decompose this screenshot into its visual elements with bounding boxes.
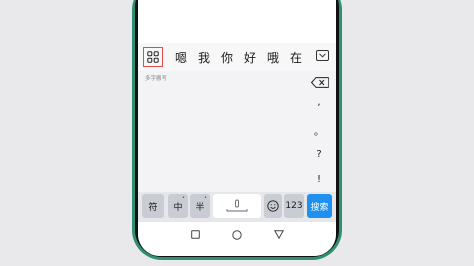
handwriting-mode-hint: 多字搬写: [145, 76, 168, 82]
punctuation-column: , 。 ? !: [308, 71, 330, 192]
chevron-down-icon: [319, 53, 326, 58]
triangle-icon[interactable]: [274, 230, 284, 239]
candidate-word[interactable]: 在: [290, 49, 302, 66]
candidate-word[interactable]: 好: [244, 49, 256, 66]
punct-comma-key[interactable]: ,: [308, 97, 330, 108]
punct-period-key[interactable]: 。: [308, 123, 330, 138]
chinese-mode-key[interactable]: 中 •: [168, 194, 188, 218]
chinese-mode-label: 中: [173, 202, 183, 213]
system-nav-bar: [138, 222, 336, 256]
search-key[interactable]: 搜索: [307, 194, 332, 218]
punct-exclaim-key[interactable]: !: [308, 174, 330, 185]
space-key[interactable]: [213, 194, 261, 218]
keyboard-bottom-row: 符 中 • 半 • 123 搜索: [138, 192, 336, 222]
backspace-icon[interactable]: [311, 77, 329, 88]
collapse-keyboard-button[interactable]: [316, 50, 329, 61]
emoji-key[interactable]: [264, 194, 282, 218]
candidate-word[interactable]: 嗯: [175, 49, 187, 66]
candidate-word[interactable]: 哦: [267, 49, 279, 66]
punct-question-key[interactable]: ?: [308, 149, 330, 160]
key-hint-dot: •: [182, 195, 185, 201]
half-width-key[interactable]: 半 •: [190, 194, 210, 218]
mic-icon: [226, 199, 248, 212]
phone-screen: 嗯 我 你 好 哦 在 多字搬写 , 。 ? ! 符 中 • 半 • 123 搜…: [138, 0, 336, 256]
candidate-word[interactable]: 我: [198, 49, 210, 66]
emoji-icon: [267, 200, 279, 212]
app-content-area: [138, 0, 336, 43]
grid-icon[interactable]: [143, 47, 163, 67]
symbol-key[interactable]: 符: [142, 194, 164, 218]
handwriting-pad[interactable]: 多字搬写 , 。 ? !: [138, 71, 336, 192]
circle-icon[interactable]: [232, 230, 242, 240]
candidate-bar: 嗯 我 你 好 哦 在: [138, 43, 336, 71]
square-icon[interactable]: [191, 230, 200, 239]
number-key[interactable]: 123: [284, 194, 304, 218]
candidate-word[interactable]: 你: [221, 49, 233, 66]
half-width-label: 半: [195, 202, 205, 213]
key-hint-dot: •: [204, 195, 207, 201]
